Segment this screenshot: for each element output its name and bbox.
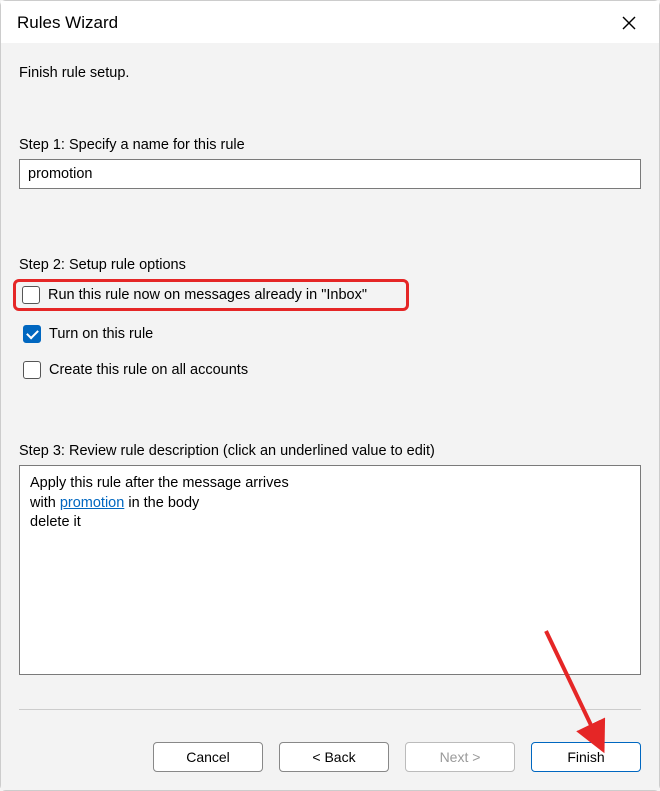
rules-wizard-window: Rules Wizard Finish rule setup. Step 1: …: [0, 0, 660, 791]
separator: [19, 709, 641, 710]
instruction-text: Finish rule setup.: [19, 65, 641, 81]
back-button[interactable]: < Back: [279, 742, 389, 772]
close-button[interactable]: [613, 9, 645, 37]
promotion-link[interactable]: promotion: [60, 495, 124, 511]
all-accounts-label: Create this rule on all accounts: [49, 362, 248, 378]
finish-button[interactable]: Finish: [531, 742, 641, 772]
annotation-highlight: Run this rule now on messages already in…: [13, 279, 409, 311]
rule-description-box: Apply this rule after the message arrive…: [19, 465, 641, 675]
button-row: Cancel < Back Next > Finish: [1, 722, 659, 790]
desc-line2-suffix: in the body: [124, 495, 199, 511]
desc-line1: Apply this rule after the message arrive…: [30, 474, 630, 494]
dialog-body: Finish rule setup. Step 1: Specify a nam…: [1, 43, 659, 722]
step3-label: Step 3: Review rule description (click a…: [19, 443, 641, 459]
desc-line3: delete it: [30, 513, 630, 533]
step1-label: Step 1: Specify a name for this rule: [19, 137, 641, 153]
run-now-label: Run this rule now on messages already in…: [48, 287, 367, 303]
desc-line2: with promotion in the body: [30, 494, 630, 514]
cancel-button[interactable]: Cancel: [153, 742, 263, 772]
next-button: Next >: [405, 742, 515, 772]
desc-line2-prefix: with: [30, 495, 60, 511]
all-accounts-checkbox[interactable]: [23, 361, 41, 379]
step2-label: Step 2: Setup rule options: [19, 257, 641, 273]
titlebar: Rules Wizard: [1, 1, 659, 43]
close-icon: [622, 16, 636, 30]
turn-on-label: Turn on this rule: [49, 326, 153, 342]
run-now-checkbox[interactable]: [22, 286, 40, 304]
window-title: Rules Wizard: [17, 13, 118, 33]
rule-name-input[interactable]: [19, 159, 641, 189]
turn-on-checkbox[interactable]: [23, 325, 41, 343]
